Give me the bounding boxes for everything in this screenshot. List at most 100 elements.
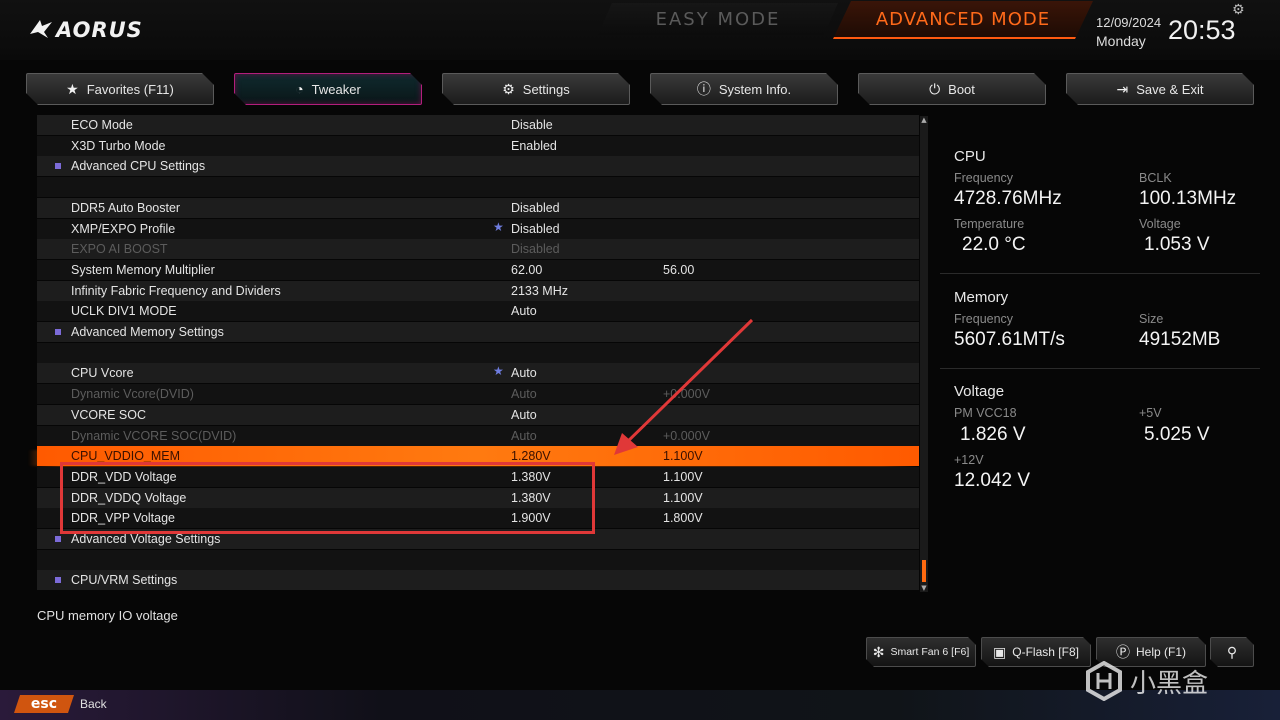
submenu-cpu-vrm[interactable]: CPU/VRM Settings [37, 570, 919, 591]
submenu-bullet-icon [55, 329, 61, 335]
setting-label: Dynamic Vcore(DVID) [71, 387, 194, 402]
setting-value: Auto [511, 387, 537, 402]
aorus-logo: AORUS [28, 14, 148, 48]
falcon-icon [30, 20, 52, 38]
setting-value: Disabled [511, 221, 560, 236]
chip-icon: ▣ [993, 643, 1007, 660]
section-divider [940, 273, 1260, 274]
setting-row-x3d-turbo[interactable]: X3D Turbo Mode Enabled [37, 135, 919, 156]
setting-label: CPU Vcore [71, 366, 134, 381]
day-display: Monday [1096, 33, 1146, 49]
setting-value: Disabled [511, 242, 560, 257]
annotation-box [60, 462, 595, 534]
exit-icon: ⇥ [1116, 80, 1129, 97]
cpu-frequency-value: 4728.76MHz [954, 188, 1062, 209]
tab-label: Save & Exit [1136, 81, 1204, 97]
help-description: CPU memory IO voltage [37, 608, 178, 623]
tab-system-info[interactable]: ⓘ System Info. [650, 73, 838, 105]
easy-mode-tab[interactable]: EASY MODE [598, 3, 838, 35]
xiaoheihe-logo-icon [1086, 661, 1122, 701]
submenu-advanced-memory[interactable]: Advanced Memory Settings [37, 322, 919, 342]
setting-label: EXPO AI BOOST [71, 242, 168, 257]
setting-current-value: 56.00 [663, 262, 695, 277]
setting-label: Advanced Voltage Settings [71, 532, 221, 546]
brand-name: AORUS [56, 18, 143, 42]
setting-row-dynamic-vcore: Dynamic Vcore(DVID) Auto +0.000V [37, 384, 919, 405]
cpu-temperature-value: 22.0 °C [962, 234, 1026, 255]
setting-row-uclk-div1[interactable]: UCLK DIV1 MODE Auto [37, 301, 919, 322]
hardware-info-panel: CPU Frequency 4728.76MHz BCLK 100.13MHz … [940, 120, 1270, 540]
setting-current-value: 1.800V [663, 511, 703, 526]
memory-frequency-value: 5607.61MT/s [954, 329, 1065, 350]
spacer-row [37, 177, 919, 198]
tab-label: Tweaker [311, 81, 361, 97]
setting-label: ECO Mode [71, 118, 133, 132]
setting-current-value: 1.100V [663, 490, 703, 505]
submenu-bullet-icon [55, 577, 61, 584]
spacer-row [37, 342, 919, 363]
advanced-mode-tab[interactable]: ADVANCED MODE [833, 1, 1093, 39]
setting-row-vcore-soc[interactable]: VCORE SOC Auto [37, 404, 919, 425]
fan-icon: ✻ [872, 643, 885, 660]
smart-fan-button[interactable]: ✻ Smart Fan 6 [F6] [866, 637, 976, 667]
gear-icon[interactable]: ⚙ [1232, 2, 1245, 18]
star-icon: ★ [66, 80, 79, 97]
tab-label: System Info. [718, 81, 792, 97]
tab-boot[interactable]: ⏻ Boot [858, 73, 1046, 105]
setting-value: Disabled [511, 200, 560, 215]
setting-value: Auto [511, 304, 537, 319]
memory-frequency-label: Frequency [954, 312, 1014, 326]
memory-section-title: Memory [954, 289, 1009, 306]
setting-row-expo-ai-boost: EXPO AI BOOST Disabled [37, 239, 919, 260]
setting-value: Auto [511, 428, 537, 443]
submenu-bullet-icon [55, 536, 61, 542]
scroll-down-arrow-icon[interactable]: ▼ [920, 584, 928, 592]
tab-save-exit[interactable]: ⇥ Save & Exit [1066, 73, 1254, 105]
date-display: 12/09/2024 [1096, 15, 1162, 30]
spacer-row [37, 549, 919, 570]
memory-size-label: Size [1139, 312, 1164, 326]
scrollbar-thumb[interactable] [922, 560, 926, 582]
cpu-voltage-value: 1.053 V [1144, 234, 1210, 255]
favorite-star-icon[interactable]: ★ [493, 364, 504, 378]
annotation-arrow-icon [614, 318, 754, 455]
pmvcc18-value: 1.826 V [960, 424, 1026, 445]
submenu-advanced-cpu[interactable]: Advanced CPU Settings [37, 156, 919, 177]
tab-label: Boot [948, 81, 975, 97]
back-label[interactable]: Back [80, 697, 107, 711]
favorite-star-icon[interactable]: ★ [493, 220, 504, 234]
info-icon: ⓘ [696, 81, 711, 97]
plus5v-label: +5V [1139, 406, 1162, 420]
bclk-value: 100.13MHz [1139, 188, 1237, 209]
scroll-up-arrow-icon[interactable]: ▲ [920, 116, 928, 124]
setting-row-xmp-expo[interactable]: XMP/EXPO Profile ★ Disabled [37, 218, 919, 239]
setting-row-cpu-vcore[interactable]: CPU Vcore ★ Auto [37, 363, 919, 384]
setting-label: XMP/EXPO Profile [71, 221, 176, 236]
q-flash-button[interactable]: ▣ Q-Flash [F8] [981, 637, 1091, 667]
setting-value: Auto [511, 366, 537, 381]
q-flash-label: Q-Flash [F8] [1012, 645, 1079, 659]
gear-icon: ⚙ [502, 80, 515, 97]
setting-label: UCLK DIV1 MODE [71, 304, 177, 319]
setting-row-infinity-fabric[interactable]: Infinity Fabric Frequency and Dividers 2… [37, 280, 919, 301]
setting-label: CPU/VRM Settings [71, 573, 178, 588]
submenu-bullet-icon [55, 163, 61, 170]
tab-tweaker[interactable]: ◔ Tweaker [234, 73, 422, 105]
setting-label: Advanced Memory Settings [71, 325, 224, 339]
setting-row-eco-mode[interactable]: ECO Mode Disable [37, 115, 919, 135]
setting-current-value: 1.100V [663, 469, 703, 484]
setting-row-ddr5-auto-booster[interactable]: DDR5 Auto Booster Disabled [37, 197, 919, 218]
cpu-voltage-label: Voltage [1139, 217, 1181, 231]
list-scrollbar[interactable] [920, 116, 928, 592]
setting-label: System Memory Multiplier [71, 262, 215, 277]
setting-value: 62.00 [511, 262, 543, 277]
tab-favorites[interactable]: ★ Favorites (F11) [26, 73, 214, 105]
plus12v-label: +12V [954, 453, 984, 467]
memory-size-value: 49152MB [1139, 329, 1221, 350]
cpu-section-title: CPU [954, 148, 986, 165]
clock-display: 20:53 [1168, 15, 1236, 45]
setting-row-memory-multiplier[interactable]: System Memory Multiplier 62.00 56.00 [37, 259, 919, 280]
tab-label: Settings [522, 81, 570, 97]
esc-key-badge[interactable]: esc [14, 695, 74, 713]
tab-settings[interactable]: ⚙ Settings [442, 73, 630, 105]
